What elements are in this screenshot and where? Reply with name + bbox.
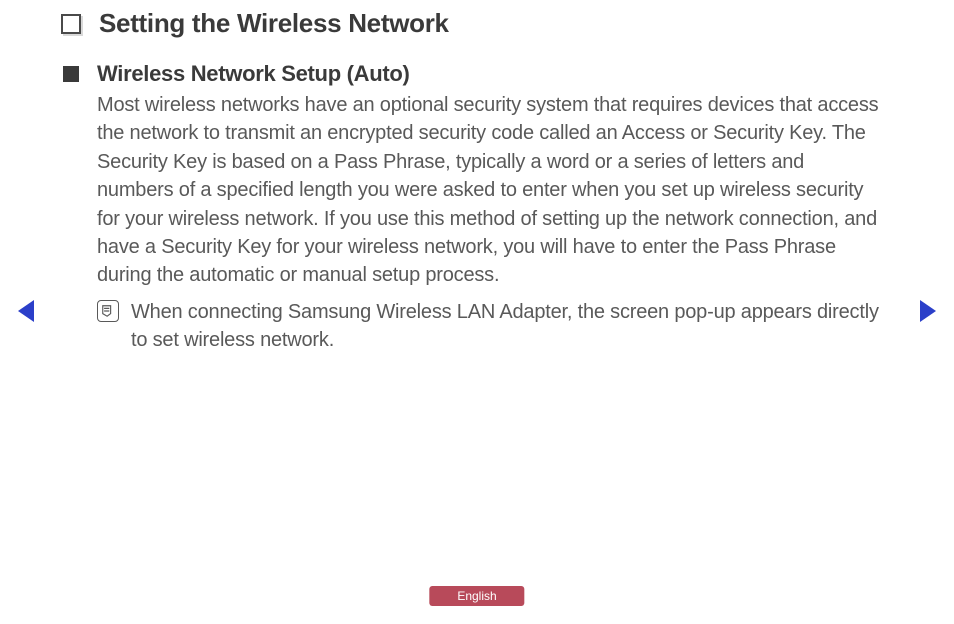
checkbox-outline-icon [61, 14, 81, 34]
note-row: When connecting Samsung Wireless LAN Ada… [97, 298, 884, 355]
square-bullet-icon [63, 66, 79, 82]
section: Wireless Network Setup (Auto) Most wirel… [97, 61, 884, 355]
previous-page-button[interactable] [18, 300, 34, 322]
next-page-button[interactable] [920, 300, 936, 322]
note-text: When connecting Samsung Wireless LAN Ada… [131, 298, 884, 355]
section-header-row: Wireless Network Setup (Auto) [97, 61, 884, 87]
page-title: Setting the Wireless Network [99, 8, 449, 39]
title-row: Setting the Wireless Network [55, 8, 904, 39]
page-content: Setting the Wireless Network Wireless Ne… [0, 0, 954, 355]
section-body: Most wireless networks have an optional … [97, 91, 884, 290]
section-title: Wireless Network Setup (Auto) [97, 61, 410, 87]
note-icon [97, 300, 119, 322]
language-badge[interactable]: English [429, 586, 524, 606]
